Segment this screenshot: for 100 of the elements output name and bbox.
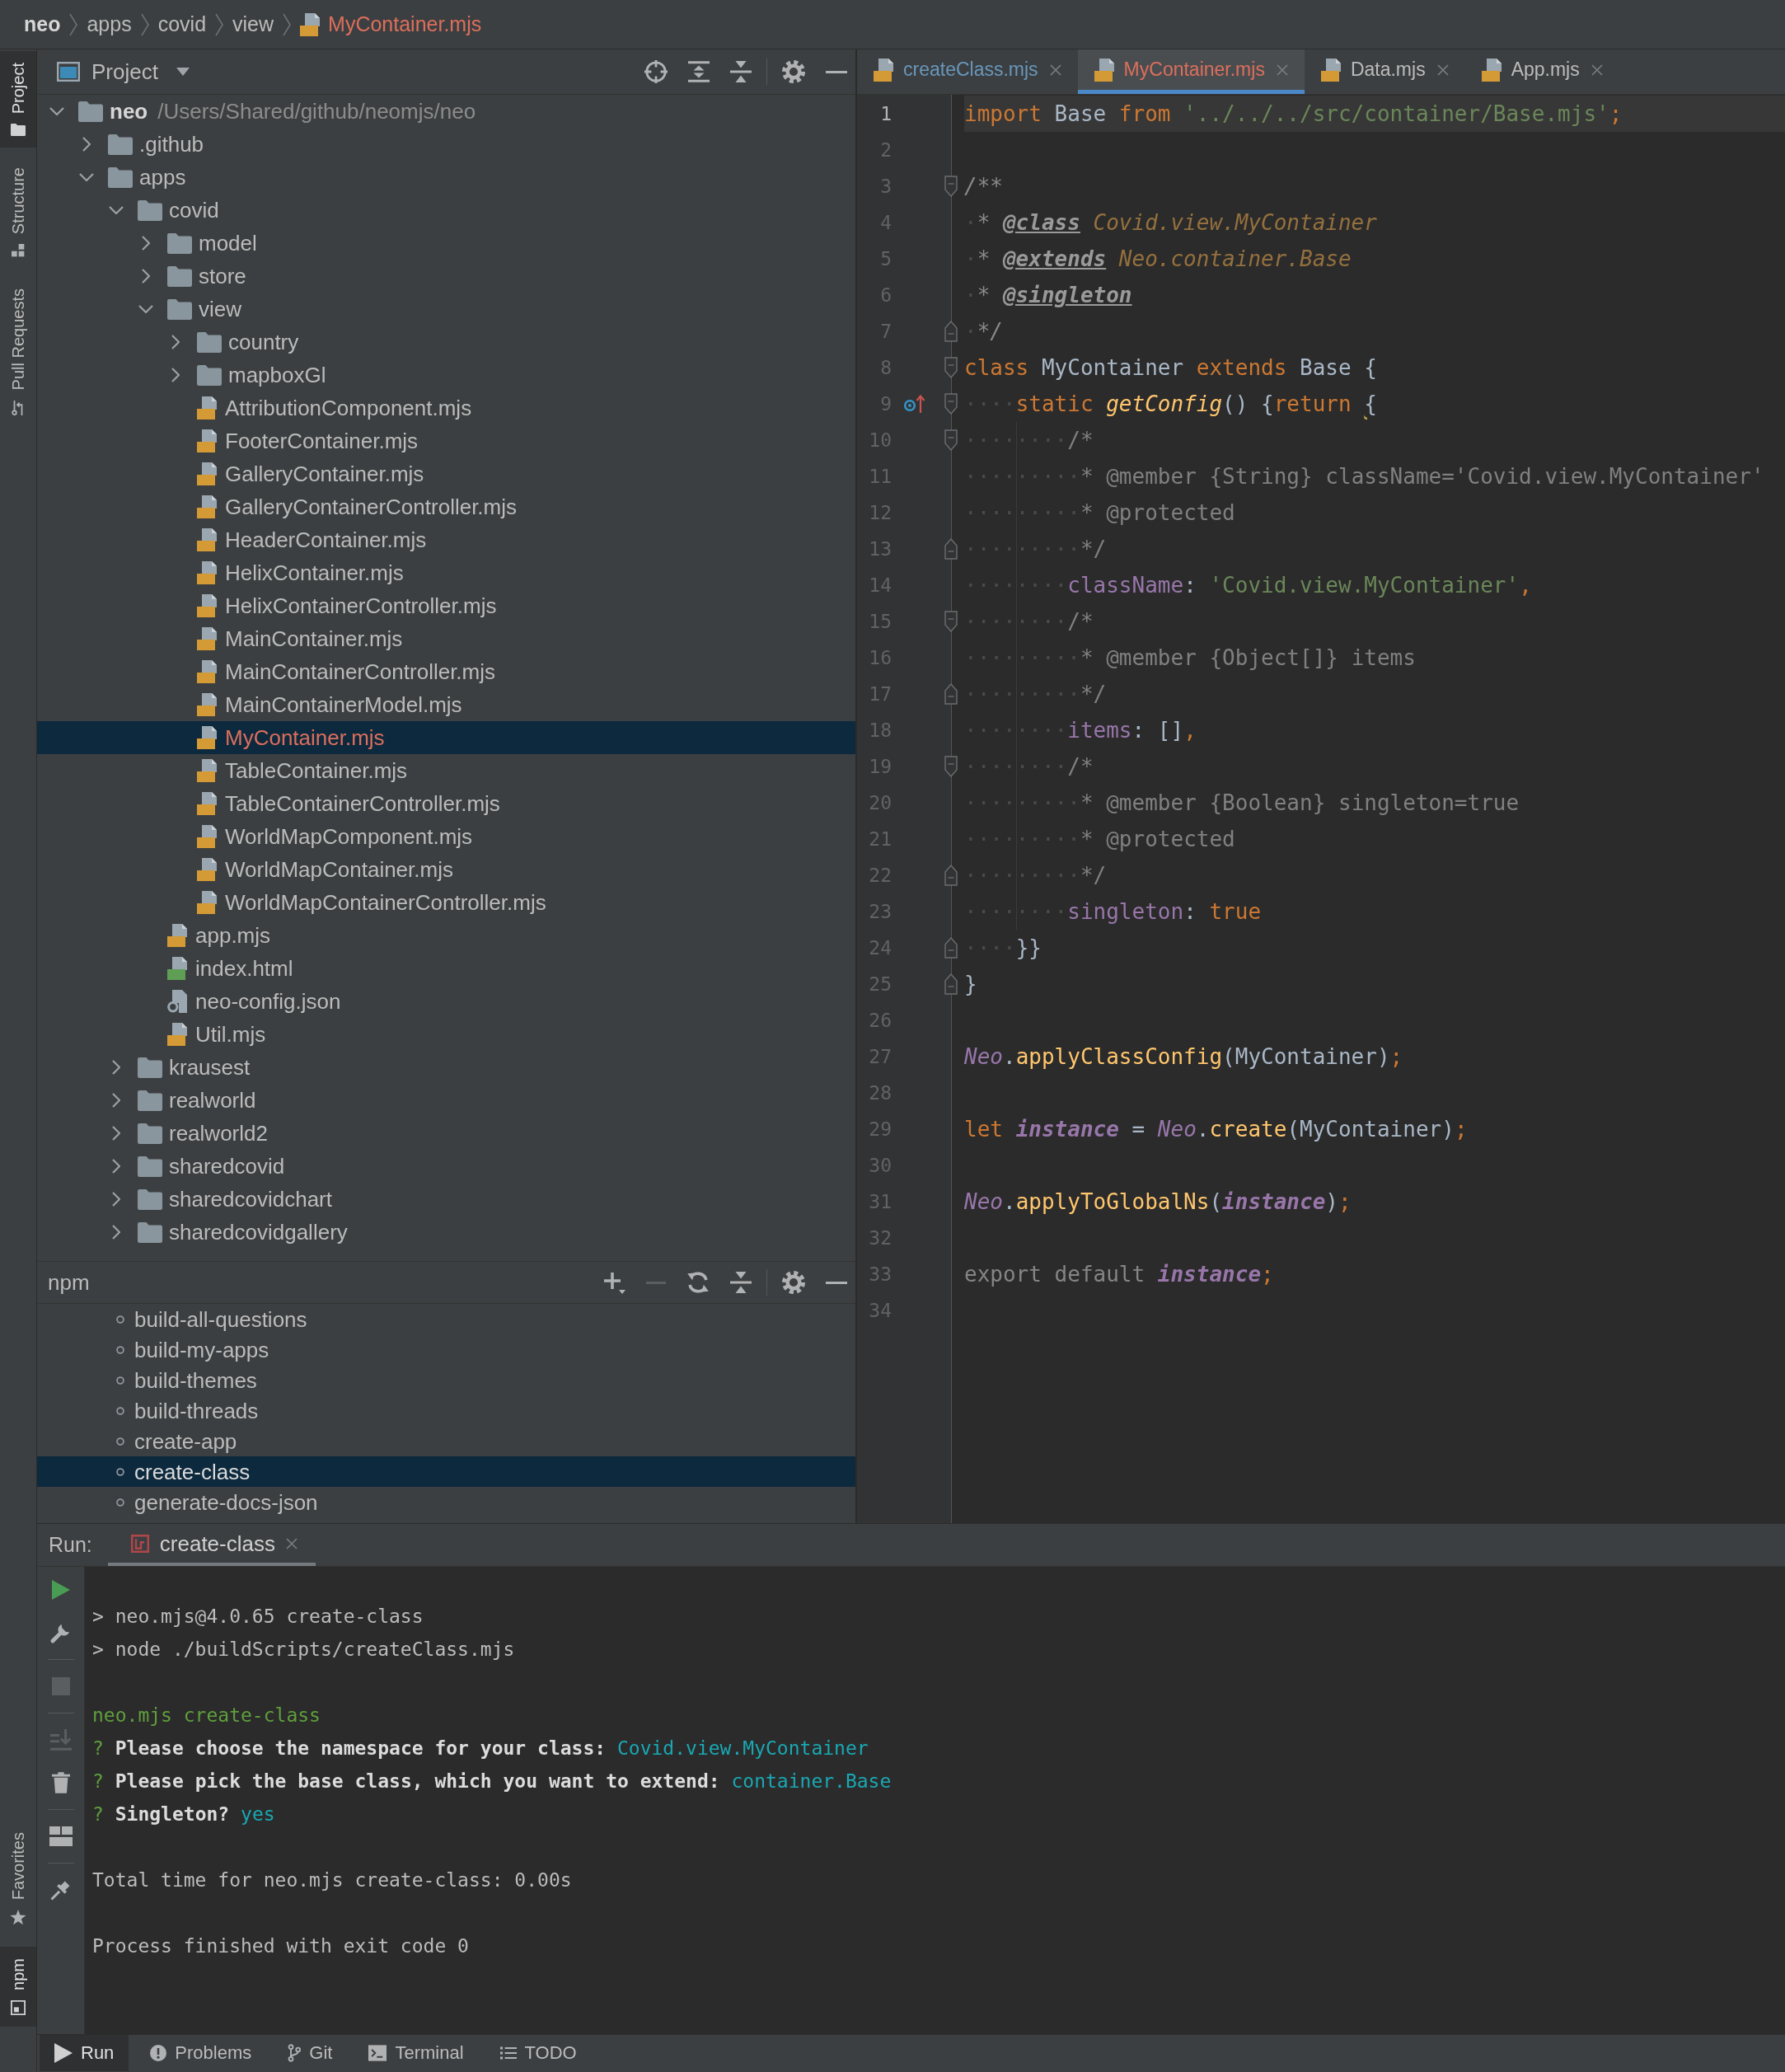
tree-item[interactable]: mapboxGl [37, 359, 855, 391]
fold-marker-icon[interactable] [944, 683, 958, 705]
tree-item[interactable]: FooterContainer.mjs [37, 424, 855, 457]
close-icon[interactable] [1591, 63, 1603, 76]
tree-item[interactable]: sharedcovidgallery [37, 1216, 855, 1249]
npm-script-item[interactable]: build-all-questions [37, 1304, 855, 1334]
tree-item[interactable]: sharedcovid [37, 1150, 855, 1183]
npm-script-item[interactable]: build-themes [37, 1365, 855, 1395]
chevron-right-icon[interactable] [111, 1191, 121, 1207]
tree-item[interactable]: GalleryContainerController.mjs [37, 490, 855, 523]
breadcrumb[interactable]: view [232, 14, 274, 35]
tree-item[interactable]: MainContainerController.mjs [37, 655, 855, 688]
tree-item[interactable]: krausest [37, 1051, 855, 1084]
tree-item[interactable]: apps [37, 161, 855, 194]
tool-window-button[interactable]: Pull Requests [0, 277, 36, 427]
npm-script-item[interactable]: create-app [37, 1426, 855, 1456]
tree-item[interactable]: sharedcovidchart [37, 1183, 855, 1216]
tree-item[interactable]: WorldMapContainer.mjs [37, 853, 855, 886]
tree-item[interactable]: view [37, 293, 855, 326]
caret-icon[interactable] [176, 68, 190, 76]
tree-item[interactable]: TableContainerController.mjs [37, 787, 855, 820]
expand-all-icon[interactable] [688, 61, 710, 82]
tree-item[interactable]: GalleryContainer.mjs [37, 457, 855, 490]
editor-tab[interactable]: App.mjs [1464, 49, 1619, 94]
chevron-right-icon[interactable] [111, 1092, 121, 1109]
tool-window-button[interactable]: Project [0, 51, 36, 148]
fold-marker-icon[interactable] [944, 357, 958, 378]
chevron-right-icon[interactable] [82, 136, 91, 152]
tree-item[interactable]: TableContainer.mjs [37, 754, 855, 787]
wrench-icon[interactable] [49, 1622, 72, 1643]
tree-item[interactable]: neo-config.json [37, 985, 855, 1018]
gear-icon[interactable] [782, 1271, 805, 1294]
tree-item[interactable]: realworld2 [37, 1117, 855, 1150]
npm-script-item[interactable]: build-threads [37, 1395, 855, 1426]
npm-script-item[interactable]: create-class [37, 1456, 855, 1487]
chevron-down-icon[interactable] [138, 304, 154, 314]
collapse-all-icon[interactable] [730, 61, 752, 82]
tree-item[interactable]: MainContainerModel.mjs [37, 688, 855, 721]
trash-icon[interactable] [51, 1772, 70, 1793]
chevron-down-icon[interactable] [49, 106, 65, 116]
tree-item[interactable]: MainContainer.mjs [37, 622, 855, 655]
chevron-right-icon[interactable] [171, 367, 180, 383]
npm-script-item[interactable]: build-my-apps [37, 1334, 855, 1365]
fold-marker-icon[interactable] [944, 937, 958, 959]
tree-item[interactable]: WorldMapContainerController.mjs [37, 886, 855, 919]
fold-marker-icon[interactable] [944, 756, 958, 777]
fold-marker-icon[interactable] [944, 176, 958, 197]
tree-item[interactable]: app.mjs [37, 919, 855, 952]
tree-item[interactable]: WorldMapComponent.mjs [37, 820, 855, 853]
chevron-down-icon[interactable] [108, 205, 124, 215]
tree-item[interactable]: model [37, 227, 855, 260]
close-icon[interactable] [285, 1537, 298, 1549]
chevron-right-icon[interactable] [141, 268, 151, 284]
tree-item[interactable]: AttributionComponent.mjs [37, 391, 855, 424]
minimize-icon[interactable] [826, 1281, 847, 1284]
fold-marker-icon[interactable] [944, 538, 958, 560]
breadcrumb[interactable]: neo [24, 14, 61, 35]
tree-item[interactable]: MyContainer.mjs [37, 721, 855, 754]
fold-marker-icon[interactable] [944, 611, 958, 632]
close-icon[interactable] [1049, 63, 1061, 76]
view-selector[interactable]: Project [57, 61, 190, 82]
tree-item[interactable]: .github [37, 128, 855, 161]
fold-marker-icon[interactable] [944, 865, 958, 886]
fold-marker-icon[interactable] [944, 393, 958, 415]
tool-window-button[interactable]: Favorites [0, 1820, 36, 1938]
fold-marker-icon[interactable] [944, 973, 958, 995]
editor-tab[interactable]: Data.mjs [1304, 49, 1465, 94]
fold-marker-icon[interactable] [944, 321, 958, 342]
chevron-right-icon[interactable] [111, 1158, 121, 1174]
tool-window-button[interactable]: Problems [135, 2035, 267, 2071]
pin-icon[interactable] [49, 1879, 72, 1901]
minimize-icon[interactable] [826, 70, 847, 73]
tree-item[interactable]: Util.mjs [37, 1018, 855, 1051]
override-marker-icon[interactable] [903, 394, 926, 414]
breadcrumb[interactable]: MyContainer.mjs [300, 12, 482, 36]
chevron-down-icon[interactable] [78, 172, 95, 182]
tree-item[interactable]: HelixContainerController.mjs [37, 589, 855, 622]
tool-window-button[interactable]: Structure [0, 156, 36, 270]
close-icon[interactable] [1276, 63, 1288, 76]
crosshair-icon[interactable] [644, 60, 668, 83]
chevron-right-icon[interactable] [111, 1224, 121, 1240]
breadcrumb[interactable]: apps [87, 14, 132, 35]
gear-icon[interactable] [782, 60, 805, 83]
fold-marker-icon[interactable] [944, 429, 958, 451]
play-icon[interactable] [54, 2043, 73, 2063]
tree-item[interactable]: realworld [37, 1084, 855, 1117]
tree-item[interactable]: store [37, 260, 855, 293]
tree-item[interactable]: index.html [37, 952, 855, 985]
editor-tab[interactable]: createClass.mjs [857, 49, 1078, 94]
chevron-right-icon[interactable] [111, 1125, 121, 1141]
chevron-right-icon[interactable] [141, 235, 151, 251]
breadcrumb[interactable]: covid [157, 14, 207, 35]
npm-script-item[interactable]: generate-docs-json [37, 1487, 855, 1517]
tool-window-button[interactable]: npm [0, 1947, 36, 2027]
refresh-icon[interactable] [686, 1271, 710, 1294]
tree-item[interactable]: HeaderContainer.mjs [37, 523, 855, 556]
tool-window-button[interactable]: Run [40, 2035, 129, 2071]
tool-window-button[interactable]: Git [273, 2035, 348, 2071]
plus-icon[interactable] [602, 1271, 625, 1294]
tool-window-button[interactable]: Terminal [354, 2035, 479, 2071]
